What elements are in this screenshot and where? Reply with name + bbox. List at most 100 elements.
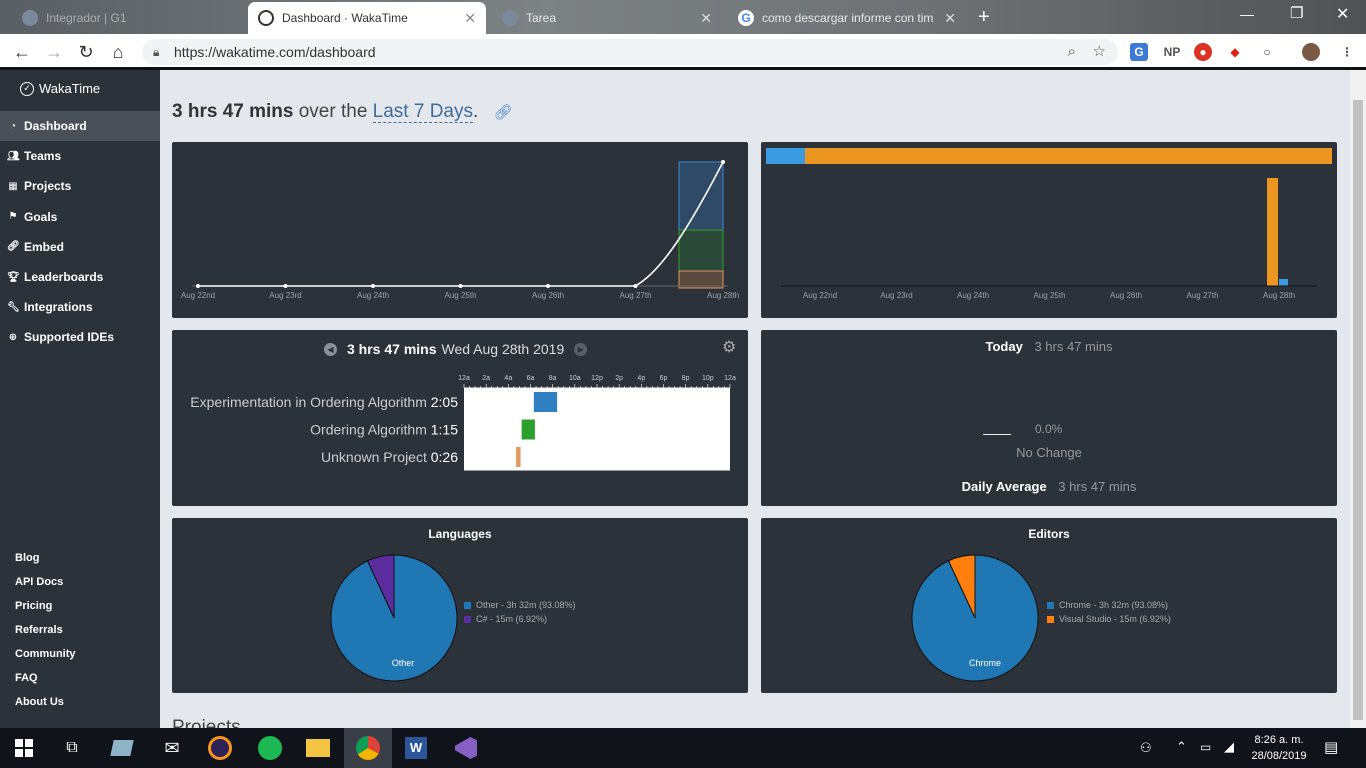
project-row-label[interactable]: Experimentation in Ordering Algorithm 2:… xyxy=(190,394,458,410)
footer-link-referrals[interactable]: Referrals xyxy=(15,624,63,636)
scrollbar-thumb[interactable] xyxy=(1353,100,1363,720)
close-tab-icon[interactable]: ✕ xyxy=(700,10,712,27)
spotify-icon[interactable] xyxy=(246,728,294,768)
project-activity-bar[interactable] xyxy=(516,447,521,467)
hour-label: 12a xyxy=(724,375,736,382)
page-scrollbar[interactable] xyxy=(1350,70,1366,728)
profile-avatar-icon[interactable] xyxy=(1302,43,1320,61)
forward-button[interactable]: → xyxy=(42,40,66,64)
data-point[interactable] xyxy=(283,284,288,288)
close-tab-icon[interactable]: ✕ xyxy=(464,10,476,27)
project-name: Ordering Algorithm xyxy=(310,422,427,438)
circle-extension-icon[interactable]: ○ xyxy=(1258,43,1276,61)
chrome-taskbar-icon[interactable] xyxy=(344,728,392,768)
zoom-search-icon[interactable]: ⌕ xyxy=(1068,39,1076,65)
brand[interactable]: ✓ WakaTime xyxy=(20,81,100,96)
footer-link-community[interactable]: Community xyxy=(15,648,76,660)
tab-tarea[interactable]: Tarea ✕ xyxy=(492,2,722,34)
start-button[interactable] xyxy=(0,728,48,768)
hour-label: 6p xyxy=(660,375,668,382)
legend-swatch xyxy=(464,601,471,609)
sidebar-item-embed[interactable]: 🔗︎ Embed xyxy=(0,232,160,262)
home-button[interactable]: ⌂ xyxy=(106,40,130,64)
legend-label: Other - 3h 32m (93.08%) xyxy=(476,600,576,610)
clock[interactable]: 8:26 a. m. 28/08/2019 xyxy=(1246,732,1312,764)
tab-dashboard[interactable]: Dashboard · WakaTime ✕ xyxy=(248,2,486,34)
data-point[interactable] xyxy=(196,284,200,288)
sidebar-item-projects[interactable]: ▦ Projects xyxy=(0,171,160,201)
x-tick-label: Aug 27th xyxy=(619,291,651,300)
reload-button[interactable]: ↻ xyxy=(74,40,98,64)
data-point[interactable] xyxy=(546,284,550,288)
wifi-icon[interactable]: ◢ xyxy=(1224,739,1234,755)
editors-legend: Chrome - 3h 32m (93.08%) Visual Studio -… xyxy=(1047,600,1171,624)
footer-link-about-us[interactable]: About Us xyxy=(15,696,64,708)
stacked-bar-csharp[interactable] xyxy=(766,148,805,164)
mail-icon[interactable]: ✉ xyxy=(148,728,196,768)
hour-label: 12a xyxy=(458,375,470,382)
notifications-icon[interactable]: ▤ xyxy=(1324,738,1338,756)
address-bar[interactable]: 🔒︎ https://wakatime.com/dashboard ⌕ ☆ xyxy=(142,39,1118,65)
wrench-icon: 🔧︎ xyxy=(7,301,20,313)
sidebar-item-leaderboards[interactable]: 🏆︎ Leaderboards xyxy=(0,262,160,292)
data-point[interactable] xyxy=(458,284,463,288)
sidebar-item-integrations[interactable]: 🔧︎ Integrations xyxy=(0,292,160,322)
project-activity-bar[interactable] xyxy=(533,392,558,412)
share-link-icon[interactable]: 🔗︎ xyxy=(494,104,513,121)
x-tick-label: Aug 22nd xyxy=(181,291,215,300)
legend-swatch xyxy=(464,615,471,623)
record-extension-icon[interactable]: ● xyxy=(1194,43,1212,61)
roblox-extension-icon[interactable]: ◆ xyxy=(1226,43,1244,61)
projects-heading: Projects xyxy=(172,717,241,728)
sidebar-item-teams[interactable]: 👥︎ Teams xyxy=(0,141,160,171)
hour-label: 12p xyxy=(591,375,603,382)
summary-panel: Today 3 hrs 47 mins 0.0% No Change Daily… xyxy=(761,330,1337,506)
sidebar-item-goals[interactable]: ⚑ Goals xyxy=(0,202,160,232)
file-explorer-icon[interactable] xyxy=(294,728,342,768)
sidebar-item-supported-ides[interactable]: ⊕ Supported IDEs xyxy=(0,322,160,352)
project-row-label[interactable]: Ordering Algorithm 1:15 xyxy=(310,422,458,438)
footer-link-pricing[interactable]: Pricing xyxy=(15,600,52,612)
x-tick-label: Aug 23rd xyxy=(269,291,301,300)
visual-studio-icon[interactable] xyxy=(442,728,490,768)
translate-extension-icon[interactable]: G xyxy=(1130,43,1148,61)
range-selector[interactable]: Last 7 Days xyxy=(372,101,473,123)
chrome-menu-icon[interactable]: ⋮ xyxy=(1338,43,1356,61)
page-title: 3 hrs 47 mins over the Last 7 Days. 🔗︎ xyxy=(172,101,513,123)
word-icon[interactable]: W xyxy=(392,728,440,768)
footer-link-faq[interactable]: FAQ xyxy=(15,672,38,684)
close-window-button[interactable]: ✕ xyxy=(1336,4,1349,24)
bookmark-star-icon[interactable]: ☆ xyxy=(1093,39,1106,65)
daily-bar-other[interactable] xyxy=(1267,178,1278,286)
today-bar-unknown[interactable] xyxy=(678,270,724,289)
day-timeline-panel: ◀ 3 hrs 47 mins Wed Aug 28th 2019 ▶ ⚙ 12… xyxy=(172,330,748,506)
battery-icon[interactable]: ▭ xyxy=(1200,740,1211,754)
show-hidden-icons-icon[interactable]: ⌃ xyxy=(1176,739,1187,755)
minimize-window-button[interactable]: — xyxy=(1240,6,1254,22)
app-notebook-icon[interactable] xyxy=(98,728,146,768)
data-point[interactable] xyxy=(721,160,725,164)
tab-google-search[interactable]: G como descargar informe con tim ✕ xyxy=(728,2,966,34)
np-extension-icon[interactable]: NP xyxy=(1160,43,1184,61)
project-activity-bar[interactable] xyxy=(521,419,535,440)
data-point[interactable] xyxy=(633,284,638,288)
stacked-bar-other[interactable] xyxy=(805,148,1332,164)
people-icon[interactable]: ⚇ xyxy=(1140,740,1152,756)
daily-bar-csharp[interactable] xyxy=(1279,279,1288,286)
tab-integrador[interactable]: Integrador | G1 xyxy=(12,2,246,34)
data-point[interactable] xyxy=(371,284,375,288)
close-tab-icon[interactable]: ✕ xyxy=(944,10,956,27)
x-tick-label: Aug 24th xyxy=(357,291,389,300)
footer-link-api-docs[interactable]: API Docs xyxy=(15,576,63,588)
legend-item: Chrome - 3h 32m (93.08%) xyxy=(1047,600,1171,610)
task-view-icon[interactable]: ⧉ xyxy=(48,728,96,768)
x-tick-label: Aug 26th xyxy=(1110,291,1142,300)
eclipse-icon[interactable] xyxy=(196,728,244,768)
maximize-window-button[interactable]: ❐ xyxy=(1290,4,1303,22)
footer-link-blog[interactable]: Blog xyxy=(15,552,39,564)
legend-swatch xyxy=(1047,615,1054,623)
new-tab-button[interactable]: + xyxy=(978,6,990,29)
back-button[interactable]: ← xyxy=(10,40,34,64)
sidebar-item-dashboard[interactable]: ◔ Dashboard xyxy=(0,111,160,141)
project-row-label[interactable]: Unknown Project 0:26 xyxy=(321,449,458,465)
